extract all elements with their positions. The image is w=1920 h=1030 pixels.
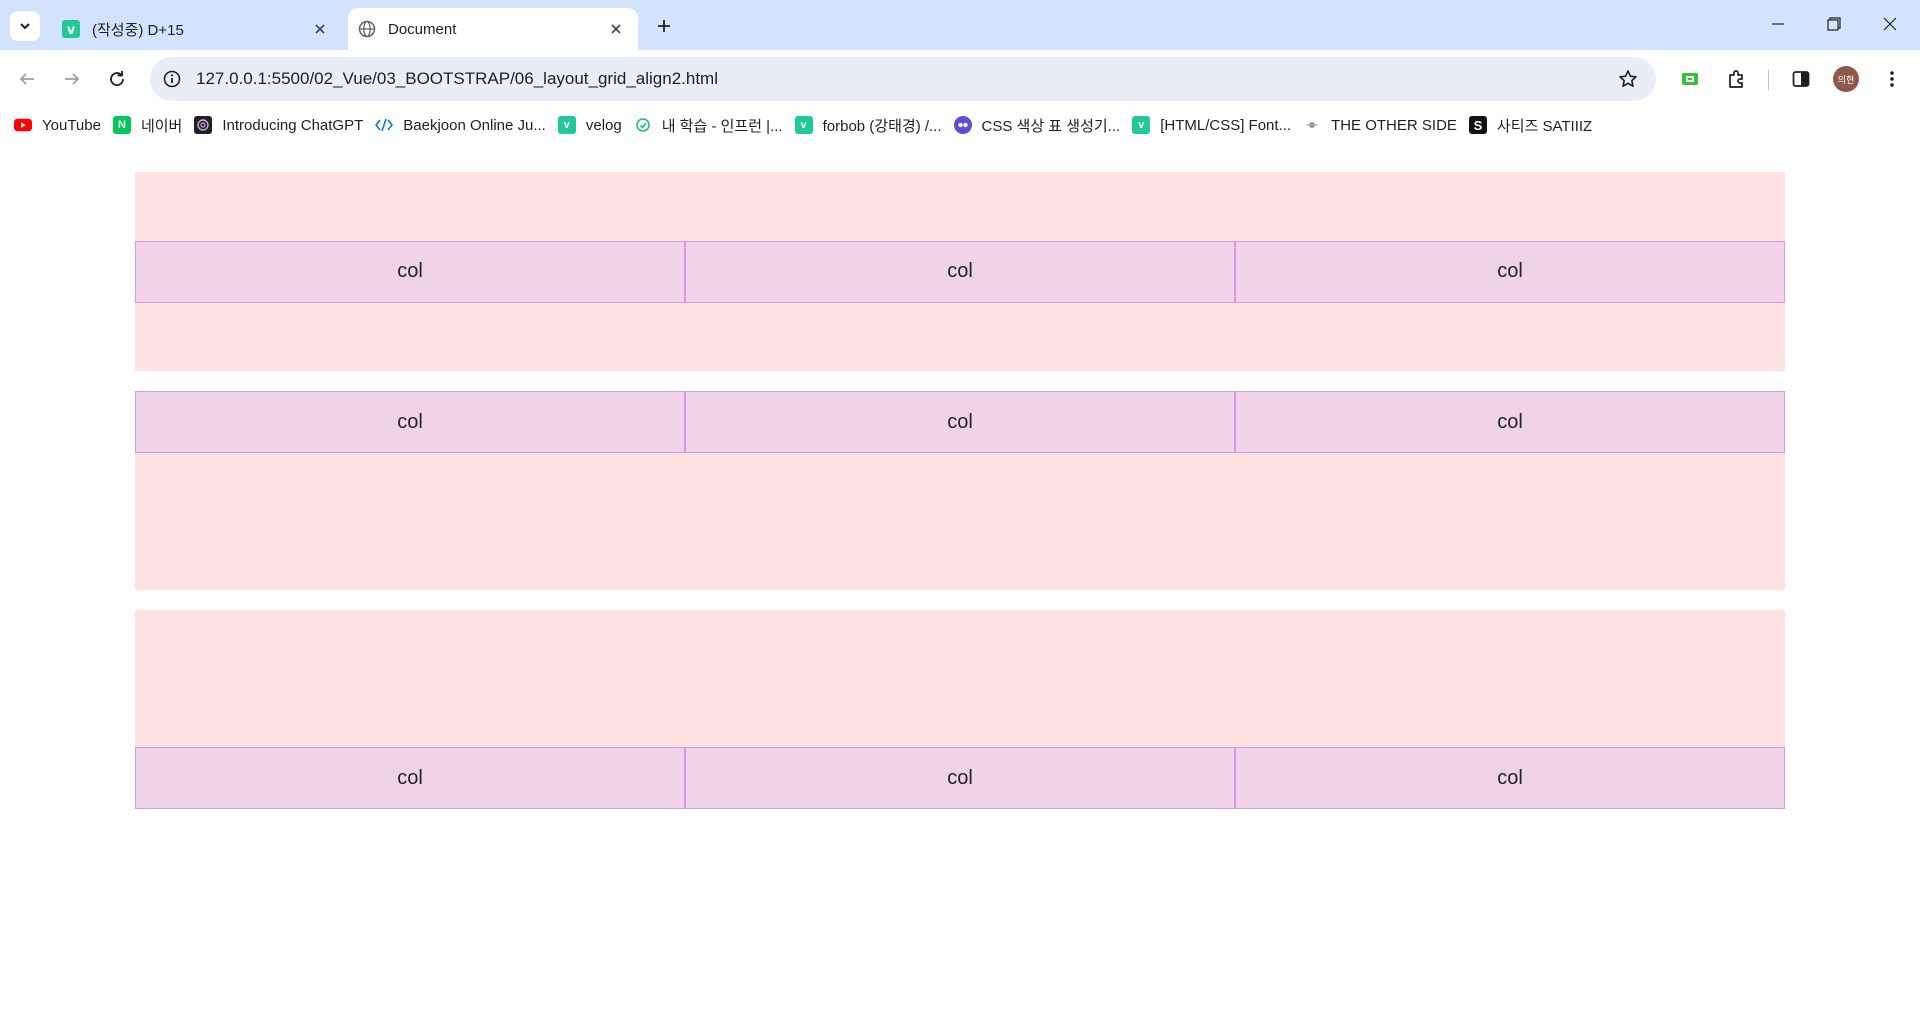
- bookmark-the-other-side[interactable]: THE OTHER SIDE: [1303, 111, 1469, 139]
- tab-title: Document: [388, 20, 457, 38]
- forward-button[interactable]: [56, 63, 88, 95]
- satiiiz-icon: S: [1468, 116, 1487, 134]
- grid-container-align-start: col col col: [135, 391, 1785, 590]
- arrow-left-icon: [19, 73, 34, 85]
- grid-col: col: [135, 747, 685, 809]
- grid-col: col: [1235, 391, 1785, 453]
- bookmark-forbob[interactable]: v forbob (강태경) /...: [794, 111, 954, 139]
- new-tab-button[interactable]: [650, 12, 678, 40]
- bookmark-naver[interactable]: N 네이버: [112, 111, 194, 139]
- page-viewport: col col col col col col col col col: [0, 142, 1920, 1030]
- screen-cast-icon[interactable]: [1674, 63, 1706, 95]
- bookmark-label: YouTube: [42, 116, 101, 134]
- avatar[interactable]: 의현: [1833, 66, 1859, 92]
- baekjoon-icon: [375, 116, 394, 134]
- plus-icon: [658, 20, 670, 32]
- close-icon: [1883, 17, 1897, 31]
- close-window-button[interactable]: [1862, 0, 1918, 48]
- bookmark-baekjoon[interactable]: Baekjoon Online Ju...: [375, 111, 558, 139]
- grid-col: col: [685, 391, 1235, 453]
- bookmark-label: 사티즈 SATIIIZ: [1496, 117, 1593, 135]
- url-text[interactable]: 127.0.0.1:5500/02_Vue/03_BOOTSTRAP/06_la…: [196, 57, 718, 101]
- bookmark-label: 내 학습 - 인프런 |...: [661, 117, 783, 135]
- grid-col: col: [1235, 747, 1785, 809]
- info-icon[interactable]: [160, 67, 184, 91]
- velog-icon: v: [62, 20, 80, 38]
- bookmark-velog[interactable]: v velog: [557, 111, 634, 139]
- bookmark-label: [HTML/CSS] Font...: [1160, 116, 1292, 134]
- extensions-icon[interactable]: [1720, 63, 1752, 95]
- bookmark-css-palette[interactable]: CSS 색상 표 생성기...: [953, 111, 1133, 139]
- reload-icon: [110, 71, 124, 86]
- arrow-right-icon: [65, 73, 80, 85]
- globe-icon: [358, 20, 376, 38]
- svg-text:v: v: [67, 23, 76, 38]
- bookmark-html-css-font[interactable]: v [HTML/CSS] Font...: [1132, 111, 1303, 139]
- bookmark-label: velog: [585, 116, 622, 134]
- bookmark-inflearn[interactable]: 내 학습 - 인프런 |...: [634, 111, 795, 139]
- bookmark-label: Introducing ChatGPT: [222, 116, 364, 134]
- grid-row: col col col: [135, 391, 1785, 453]
- minimize-icon: [1772, 23, 1784, 25]
- bookmark-satiiiz[interactable]: S 사티즈 SATIIIZ: [1468, 111, 1604, 139]
- otherside-icon: [1303, 116, 1321, 134]
- side-panel-icon[interactable]: [1785, 63, 1817, 95]
- close-icon[interactable]: [308, 17, 332, 41]
- tab-velog-draft[interactable]: v (작성중) D+15: [52, 8, 342, 50]
- bookmark-label: CSS 색상 표 생성기...: [981, 117, 1121, 135]
- restore-icon: [1827, 17, 1841, 31]
- address-bar[interactable]: 127.0.0.1:5500/02_Vue/03_BOOTSTRAP/06_la…: [150, 57, 1656, 101]
- grid-col: col: [135, 240, 685, 303]
- velog-icon: v: [1132, 116, 1151, 134]
- velog-icon: v: [557, 116, 576, 134]
- bookmarks-bar: YouTube N 네이버 Introducing ChatGPT Baekjo…: [0, 108, 1920, 142]
- reload-button[interactable]: [101, 63, 133, 95]
- tab-strip: v (작성중) D+15 Document: [0, 0, 1920, 50]
- close-icon[interactable]: [604, 17, 628, 41]
- restore-button[interactable]: [1806, 0, 1862, 48]
- tab-title: (작성중) D+15: [92, 21, 184, 39]
- bookmark-youtube[interactable]: YouTube: [14, 111, 113, 139]
- grid-container-align-center: col col col: [135, 172, 1785, 371]
- grid-col: col: [685, 747, 1235, 809]
- grid-row: col col col: [135, 240, 1785, 303]
- tab-search-button[interactable]: [10, 11, 40, 41]
- grid-container-align-end: col col col: [135, 610, 1785, 809]
- inflearn-icon: [634, 116, 652, 134]
- bookmark-label: 네이버: [140, 117, 183, 135]
- grid-col: col: [1235, 240, 1785, 303]
- grid-row: col col col: [135, 747, 1785, 809]
- grid-col: col: [135, 391, 685, 453]
- more-menu-icon[interactable]: [1876, 63, 1908, 95]
- naver-icon: N: [112, 116, 131, 134]
- bookmark-label: forbob (강태경) /...: [822, 117, 942, 135]
- youtube-icon: [14, 116, 32, 134]
- chatgpt-icon: [194, 116, 213, 134]
- minimize-button[interactable]: [1750, 0, 1806, 48]
- toolbar-divider: [1768, 70, 1769, 90]
- bookmark-chatgpt[interactable]: Introducing ChatGPT: [194, 111, 375, 139]
- star-icon[interactable]: [1616, 67, 1640, 91]
- browser-toolbar: 127.0.0.1:5500/02_Vue/03_BOOTSTRAP/06_la…: [0, 50, 1920, 108]
- velog-icon: v: [794, 116, 813, 134]
- bookmark-label: THE OTHER SIDE: [1331, 116, 1457, 134]
- bookmark-label: Baekjoon Online Ju...: [403, 116, 546, 134]
- tab-document[interactable]: Document: [348, 8, 638, 50]
- grid-col: col: [685, 240, 1235, 303]
- back-button[interactable]: [11, 63, 43, 95]
- css-palette-icon: [953, 116, 972, 134]
- chevron-down-icon: [20, 23, 30, 30]
